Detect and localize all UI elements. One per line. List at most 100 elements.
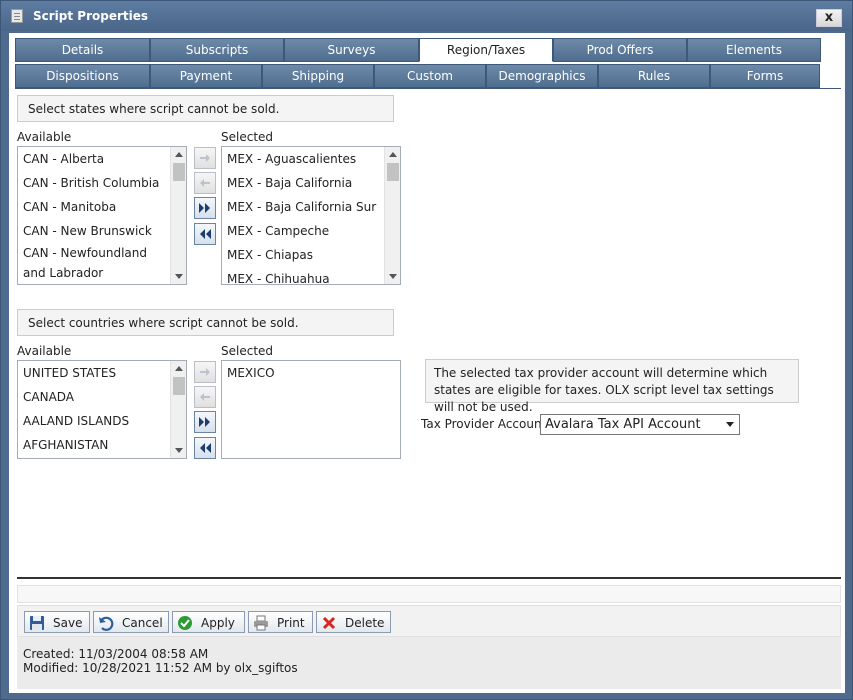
countries-selected-list[interactable]: MEXICO <box>221 360 401 459</box>
arrow-right-icon <box>200 368 210 376</box>
list-item[interactable]: CAN - Alberta <box>18 147 186 171</box>
add-all-button[interactable] <box>194 197 216 219</box>
apply-label: Apply <box>201 616 235 630</box>
modified-text: Modified: 10/28/2021 11:52 AM by olx_sgi… <box>23 661 298 675</box>
add-all-countries-button[interactable] <box>194 411 216 433</box>
tab-row-2: Dispositions Payment Shipping Custom Dem… <box>15 64 820 88</box>
countries-available-label: Available <box>17 344 72 358</box>
tab-elements[interactable]: Elements <box>687 38 821 62</box>
tax-provider-note: The selected tax provider account will d… <box>425 359 799 414</box>
list-item[interactable]: MEX - Baja California Sur <box>222 195 400 219</box>
close-button[interactable]: x <box>816 9 842 27</box>
add-selected-button[interactable] <box>194 147 216 169</box>
created-text: Created: 11/03/2004 08:58 AM <box>23 647 209 661</box>
red-x-icon <box>322 616 336 630</box>
window-title: Script Properties <box>33 9 149 23</box>
countries-selected-label: Selected <box>221 344 274 358</box>
states-available-label: Available <box>17 130 72 144</box>
tab-underline <box>15 88 841 89</box>
double-arrow-left-icon <box>200 229 211 239</box>
tab-demographics[interactable]: Demographics <box>486 64 598 88</box>
delete-label: Delete <box>345 616 385 630</box>
scroll-thumb[interactable] <box>173 163 185 181</box>
remove-all-button[interactable] <box>194 223 216 245</box>
scroll-down-icon[interactable] <box>175 448 183 453</box>
list-item[interactable]: MEX - Campeche <box>222 219 400 243</box>
list-item[interactable]: CAN - British Columbia <box>18 171 186 195</box>
document-icon <box>11 9 23 23</box>
tab-dispositions[interactable]: Dispositions <box>15 64 150 88</box>
remove-selected-country-button[interactable] <box>194 386 216 408</box>
scroll-down-icon[interactable] <box>389 274 397 279</box>
list-item[interactable]: CAN - New Brunswick <box>18 219 186 243</box>
save-label: Save <box>53 616 83 630</box>
tab-custom[interactable]: Custom <box>374 64 486 88</box>
cancel-label: Cancel <box>122 616 163 630</box>
tab-region-taxes[interactable]: Region/Taxes <box>419 38 553 62</box>
list-item[interactable]: MEX - Chiapas <box>222 243 400 267</box>
double-arrow-right-icon <box>199 417 210 427</box>
check-circle-icon <box>178 616 192 630</box>
undo-icon <box>99 616 114 631</box>
tax-provider-label: Tax Provider Account <box>421 417 547 431</box>
add-selected-country-button[interactable] <box>194 361 216 383</box>
tab-payment[interactable]: Payment <box>150 64 262 88</box>
remove-selected-button[interactable] <box>194 172 216 194</box>
tab-subscripts[interactable]: Subscripts <box>150 38 284 62</box>
print-label: Print <box>277 616 305 630</box>
double-arrow-left-icon <box>200 443 211 453</box>
scrollbar[interactable] <box>170 361 186 458</box>
list-item[interactable]: CANADA <box>18 385 186 409</box>
list-item[interactable]: MEXICO <box>222 361 400 385</box>
dialog-body: Details Subscripts Surveys Region/Taxes … <box>9 33 845 693</box>
states-selected-list[interactable]: MEX - Aguascalientes MEX - Baja Californ… <box>221 146 401 285</box>
list-item[interactable]: CAN - Newfoundland and Labrador <box>18 243 168 283</box>
arrow-left-icon <box>200 393 210 401</box>
apply-button[interactable]: Apply <box>172 611 245 633</box>
list-item[interactable]: AFGHANISTAN <box>18 433 186 457</box>
audit-info: Created: 11/03/2004 08:58 AM Modified: 1… <box>17 637 841 689</box>
tab-shipping[interactable]: Shipping <box>262 64 374 88</box>
scroll-thumb[interactable] <box>173 377 185 395</box>
tab-rules[interactable]: Rules <box>598 64 710 88</box>
list-item[interactable]: MEX - Aguascalientes <box>222 147 400 171</box>
print-button[interactable]: Print <box>248 611 313 633</box>
arrow-right-icon <box>200 154 210 162</box>
scrollbar[interactable] <box>384 147 400 284</box>
countries-available-list[interactable]: UNITED STATES CANADA AALAND ISLANDS AFGH… <box>17 360 187 459</box>
scroll-up-icon[interactable] <box>175 152 183 157</box>
list-item[interactable]: UNITED STATES <box>18 361 186 385</box>
scroll-down-icon[interactable] <box>175 274 183 279</box>
save-button[interactable]: Save <box>24 611 90 633</box>
divider <box>17 577 841 579</box>
states-available-list[interactable]: CAN - Alberta CAN - British Columbia CAN… <box>17 146 187 285</box>
title-bar[interactable]: Script Properties x <box>1 1 852 31</box>
printer-icon <box>254 615 268 631</box>
chevron-down-icon[interactable] <box>726 422 734 427</box>
tax-provider-select[interactable]: Avalara Tax API Account <box>540 414 740 435</box>
delete-button[interactable]: Delete <box>316 611 391 633</box>
list-item[interactable]: MEX - Baja California <box>222 171 400 195</box>
tab-prod-offers[interactable]: Prod Offers <box>553 38 687 62</box>
scroll-thumb[interactable] <box>387 163 399 181</box>
tax-provider-value: Avalara Tax API Account <box>545 417 701 432</box>
scroll-up-icon[interactable] <box>175 366 183 371</box>
remove-all-countries-button[interactable] <box>194 437 216 459</box>
tab-surveys[interactable]: Surveys <box>284 38 419 62</box>
arrow-left-icon <box>200 179 210 187</box>
script-properties-window: Script Properties x Details Subscripts S… <box>0 0 853 700</box>
footer-strip <box>17 585 841 603</box>
states-note: Select states where script cannot be sol… <box>17 95 394 122</box>
action-toolbar: Save Cancel Apply Print Delete <box>17 605 841 637</box>
list-item[interactable]: AALAND ISLANDS <box>18 409 186 433</box>
states-selected-label: Selected <box>221 130 274 144</box>
floppy-disk-icon <box>30 616 44 630</box>
tab-forms[interactable]: Forms <box>710 64 820 88</box>
list-item[interactable]: CAN - Manitoba <box>18 195 186 219</box>
tab-details[interactable]: Details <box>15 38 150 62</box>
scrollbar[interactable] <box>170 147 186 284</box>
list-item[interactable]: MEX - Chihuahua <box>222 267 400 284</box>
cancel-button[interactable]: Cancel <box>93 611 169 633</box>
scroll-up-icon[interactable] <box>389 152 397 157</box>
tab-row-1: Details Subscripts Surveys Region/Taxes … <box>15 38 821 62</box>
